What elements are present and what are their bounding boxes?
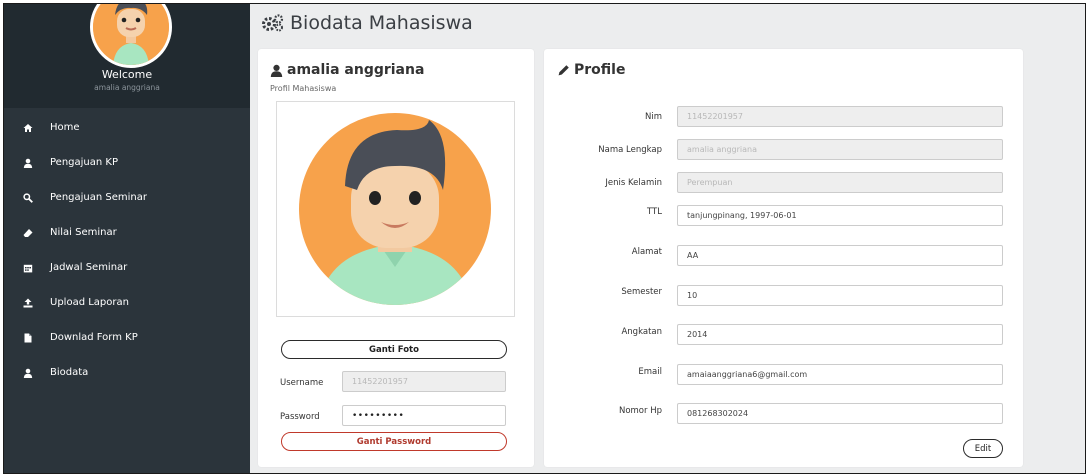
nama-lengkap-label: Nama Lengkap [598,145,662,155]
nim-label: Nim [645,112,662,122]
profile-subtitle: Profil Mahasiswa [270,84,337,93]
profile-form-title-text: Profile [574,62,626,78]
sidebar-item-label: Home [50,122,80,133]
sidebar-item-label: Biodata [50,367,89,378]
profile-photo [276,101,515,317]
semester-label: Semester [621,287,662,297]
sidebar-item-label: Jadwal Seminar [50,262,128,273]
user-icon [23,158,33,168]
sidebar-item-label: Upload Laporan [50,297,129,308]
sidebar-item-jadwal-seminar[interactable]: Jadwal Seminar [4,250,250,285]
sidebar-item-label: Downlad Form KP [50,332,138,343]
pencil-icon [558,65,569,76]
edit-button[interactable]: Edit [963,439,1003,458]
file-icon [24,333,32,342]
nama-lengkap-input[interactable]: amalia anggriana [677,139,1003,160]
username-label: Username [280,378,324,388]
user-icon [23,368,33,378]
nomor-hp-label: Nomor Hp [618,406,662,416]
cogs-icon [262,14,284,32]
ganti-password-button[interactable]: Ganti Password [281,432,507,451]
password-input[interactable]: ••••••••• [342,405,506,426]
profile-card-title: amalia anggriana [270,62,424,78]
sidebar-item-label: Pengajuan KP [50,157,118,168]
welcome-username: amalia anggriana [94,83,160,92]
angkatan-input[interactable]: 2014 [677,324,1003,345]
home-icon [23,123,33,132]
welcome-text: Welcome [101,68,153,81]
avatar [90,4,172,68]
sidebar-profile: Welcome amalia anggriana [4,4,250,108]
app-window: Welcome amalia anggriana Home Pengajuan … [3,3,1086,474]
email-input[interactable]: amaiaanggriana6@gmail.com [677,364,1003,385]
sidebar-item-label: Pengajuan Seminar [50,192,147,203]
nomor-hp-input[interactable]: 081268302024 [677,403,1003,424]
sidebar-item-upload-laporan[interactable]: Upload Laporan [4,285,250,320]
main-content: Biodata Mahasiswa amalia anggriana Profi… [250,4,1085,473]
profile-form-card: Profile Nim 11452201957 Nama Lengkap ama… [544,49,1023,467]
profile-card: amalia anggriana Profil Mahasiswa Ganti … [258,49,534,467]
alamat-input[interactable]: AA [677,245,1003,266]
alamat-label: Alamat [631,247,662,257]
sidebar-nav: Home Pengajuan KP Pengajuan Seminar Nila… [4,110,250,390]
sidebar-item-label: Nilai Seminar [50,227,117,238]
email-label: Email [638,367,662,377]
profile-form-title: Profile [558,62,625,78]
password-label: Password [280,412,320,422]
page-title: Biodata Mahasiswa [262,8,473,38]
ttl-label: TTL [647,207,662,217]
sidebar: Welcome amalia anggriana Home Pengajuan … [4,4,250,473]
jenis-kelamin-input[interactable]: Perempuan [677,172,1003,193]
sidebar-item-biodata[interactable]: Biodata [4,355,250,390]
upload-icon [23,298,33,307]
nim-input[interactable]: 11452201957 [677,106,1003,127]
angkatan-label: Angkatan [621,327,662,337]
sidebar-item-nilai-seminar[interactable]: Nilai Seminar [4,215,250,250]
username-input[interactable]: 11452201957 [342,371,506,392]
page-title-text: Biodata Mahasiswa [290,12,473,34]
user-icon [270,64,283,77]
jenis-kelamin-label: Jenis Kelamin [605,178,662,188]
eraser-icon [23,228,33,237]
ganti-foto-button[interactable]: Ganti Foto [281,340,507,359]
sidebar-item-pengajuan-seminar[interactable]: Pengajuan Seminar [4,180,250,215]
sidebar-item-pengajuan-kp[interactable]: Pengajuan KP [4,145,250,180]
ttl-input[interactable]: tanjungpinang, 1997-06-01 [677,205,1003,226]
profile-name: amalia anggriana [287,62,425,78]
sidebar-item-downlad-form-kp[interactable]: Downlad Form KP [4,320,250,355]
search-icon [23,192,33,203]
sidebar-item-home[interactable]: Home [4,110,250,145]
calendar-icon [23,264,33,272]
semester-input[interactable]: 10 [677,285,1003,306]
